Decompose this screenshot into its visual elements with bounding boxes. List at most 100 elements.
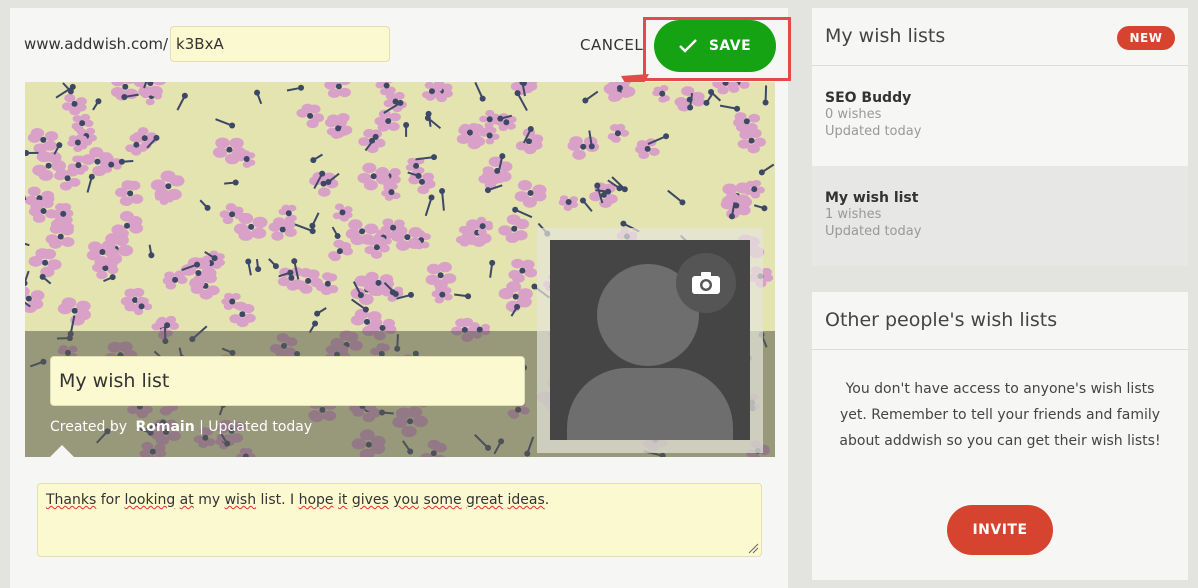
pattern-flower <box>607 123 630 143</box>
description-word: great <box>466 492 504 508</box>
pattern-dot <box>403 122 410 129</box>
pattern-dot <box>620 220 627 227</box>
pattern-flower <box>326 118 350 139</box>
pattern-flower <box>332 203 353 222</box>
save-button[interactable]: SAVE <box>654 20 776 72</box>
pattern-dot <box>392 291 399 298</box>
pattern-dot <box>211 255 218 262</box>
pattern-dot <box>357 292 364 299</box>
pattern-dot <box>25 150 30 157</box>
pattern-dot <box>181 92 188 99</box>
pattern-dot <box>734 105 741 112</box>
pattern-flower <box>25 286 45 314</box>
description-word: wish <box>224 492 257 508</box>
pattern-dot <box>245 258 252 265</box>
author-name: Romain <box>135 419 195 435</box>
description-textarea[interactable]: Thanks for looking at my wish list. I ho… <box>37 483 762 557</box>
pattern-flower <box>111 211 144 239</box>
list-item-count: 0 wishes <box>825 107 882 122</box>
resize-grip-icon[interactable] <box>747 542 759 554</box>
pattern-dot <box>254 89 261 96</box>
pattern-dot <box>69 83 76 90</box>
pattern-dot <box>39 273 46 280</box>
pattern-dot <box>88 173 95 180</box>
pattern-dot <box>703 99 710 106</box>
pattern-flower <box>233 212 268 241</box>
pattern-dot <box>312 320 319 327</box>
avatar-frame <box>537 228 763 453</box>
pattern-flower <box>150 170 185 201</box>
list-item[interactable]: SEO Buddy 0 wishes Updated today <box>812 66 1188 166</box>
pattern-dot <box>291 258 298 265</box>
list-item-updated: Updated today <box>825 224 922 239</box>
pattern-flower <box>374 109 401 132</box>
list-item[interactable]: My wish list 1 wishes Updated today <box>812 166 1188 266</box>
description-word: list. I <box>256 492 299 508</box>
my-wish-lists-title: My wish lists <box>825 25 946 47</box>
pattern-dot <box>439 187 446 194</box>
pattern-dot <box>309 228 316 235</box>
pattern-dot <box>204 204 211 211</box>
invite-button[interactable]: INVITE <box>947 505 1053 555</box>
pattern-flower <box>383 91 407 113</box>
pattern-flower <box>652 85 670 103</box>
pattern-flower <box>57 297 91 326</box>
cancel-button[interactable]: CANCEL <box>580 36 643 54</box>
pattern-dot <box>663 133 670 140</box>
pattern-dot <box>407 291 414 298</box>
pattern-dot <box>594 182 601 189</box>
others-wish-lists-header: Other people's wish lists <box>812 292 1188 350</box>
pattern-dot <box>25 280 28 287</box>
wishlist-meta: Created by Romain | Updated today <box>50 419 312 435</box>
pattern-dot <box>109 274 116 281</box>
pattern-flower <box>720 192 751 219</box>
pattern-dot <box>397 99 404 106</box>
pattern-dot <box>229 122 236 129</box>
pattern-dot <box>430 154 437 161</box>
pattern-dot <box>582 97 589 104</box>
new-list-button[interactable]: NEW <box>1117 26 1175 50</box>
pattern-dot <box>708 88 715 95</box>
pattern-flower <box>498 214 530 243</box>
pattern-flower <box>589 182 618 208</box>
others-wish-lists-panel: Other people's wish lists You don't have… <box>812 292 1188 580</box>
updated-label: | Updated today <box>199 419 313 435</box>
pattern-dot <box>428 194 435 201</box>
pattern-flower <box>425 261 457 290</box>
avatar[interactable] <box>550 240 750 440</box>
pattern-dot <box>309 222 316 229</box>
pattern-dot <box>758 169 765 176</box>
pattern-dot <box>232 179 239 186</box>
description-word: gives <box>351 492 389 508</box>
pattern-dot <box>118 158 125 165</box>
pattern-dot <box>314 310 321 317</box>
description-word: . <box>544 492 550 508</box>
description-word: you <box>393 492 419 508</box>
camera-icon[interactable] <box>676 253 736 313</box>
pattern-flower <box>381 183 401 201</box>
pattern-dot <box>425 110 432 117</box>
cover-image[interactable]: Created by Romain | Updated today <box>25 82 775 457</box>
description-word: ideas <box>507 492 545 508</box>
pattern-dot <box>679 199 686 206</box>
url-slug-input[interactable] <box>170 26 391 62</box>
pattern-dot <box>761 205 768 212</box>
description-word: for <box>96 492 125 508</box>
pattern-dot <box>616 185 623 192</box>
pattern-dot <box>514 90 521 97</box>
pattern-dot <box>334 233 341 240</box>
pattern-dot <box>514 303 521 310</box>
pattern-flower <box>324 82 351 99</box>
description-word: hope <box>298 492 334 508</box>
save-label: SAVE <box>708 38 752 54</box>
wishlist-title-input[interactable] <box>50 356 525 406</box>
pattern-dot <box>484 187 491 194</box>
pattern-dot <box>479 95 486 102</box>
pattern-dot <box>325 179 332 186</box>
pattern-dot <box>605 188 612 195</box>
pattern-dot <box>287 269 294 276</box>
list-item-name: SEO Buddy <box>825 90 912 106</box>
pattern-stem <box>25 242 30 247</box>
pattern-dot <box>272 263 279 270</box>
pattern-flower <box>737 128 766 154</box>
